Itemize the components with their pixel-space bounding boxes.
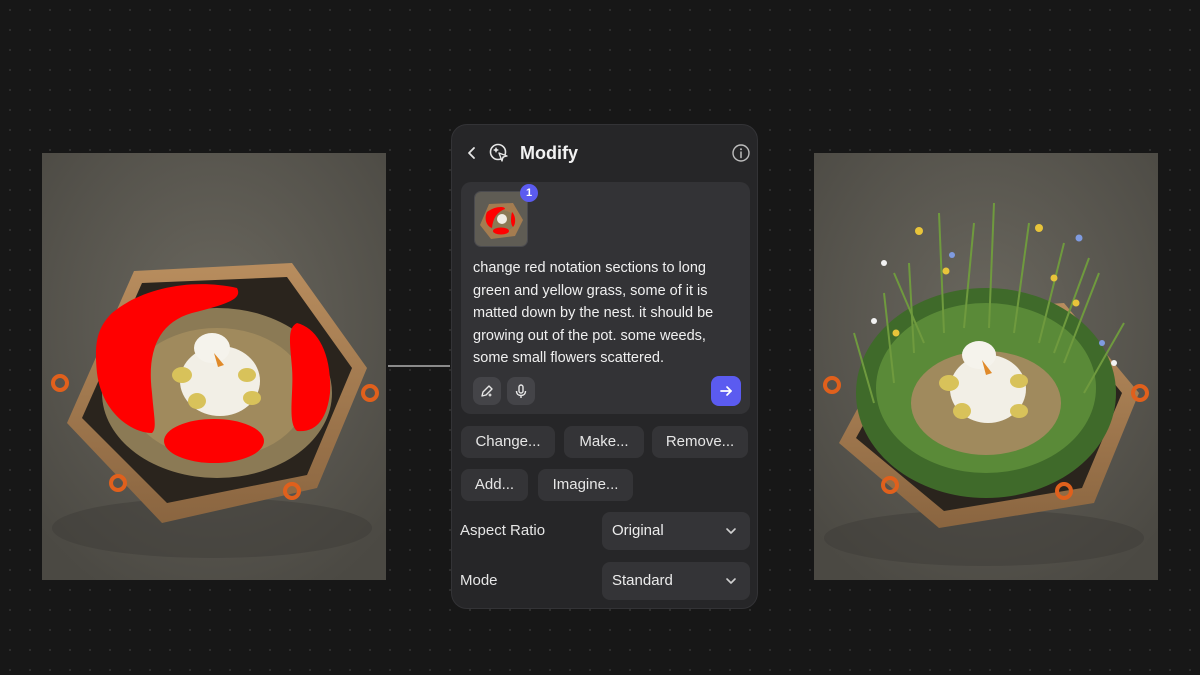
remove-button[interactable]: Remove... [652,426,748,458]
chevron-down-icon [726,578,736,584]
mode-select[interactable]: Standard [602,562,750,600]
arrow-right-icon [720,386,732,396]
chevron-left-icon[interactable] [462,143,482,163]
prompt-text[interactable]: change red notation sections to long gre… [473,257,745,370]
result-image [814,153,1158,580]
aspect-ratio-label: Aspect Ratio [460,522,546,539]
source-image [42,153,386,580]
add-button[interactable]: Add... [461,469,528,501]
pen-sparkle-icon[interactable] [473,377,501,405]
send-button[interactable] [711,376,741,406]
mode-value: Standard [612,572,673,589]
aspect-ratio-value: Original [612,522,664,539]
info-icon[interactable] [731,143,751,163]
microphone-icon[interactable] [507,377,535,405]
imagine-button[interactable]: Imagine... [538,469,633,501]
make-button[interactable]: Make... [564,426,644,458]
attachment-thumbnail[interactable] [474,191,528,247]
cursor-sparkle-icon [488,142,510,164]
modify-panel: Modify 1 change red notation sections to… [451,124,758,609]
mode-label: Mode [460,572,498,589]
panel-header: Modify [452,125,757,181]
panel-title: Modify [520,143,578,163]
prompt-box[interactable]: 1 change red notation sections to long g… [461,182,750,414]
connector-line [388,365,450,367]
attachment-count-badge: 1 [520,184,538,202]
chevron-down-icon [726,528,736,534]
aspect-ratio-select[interactable]: Original [602,512,750,550]
change-button[interactable]: Change... [461,426,555,458]
